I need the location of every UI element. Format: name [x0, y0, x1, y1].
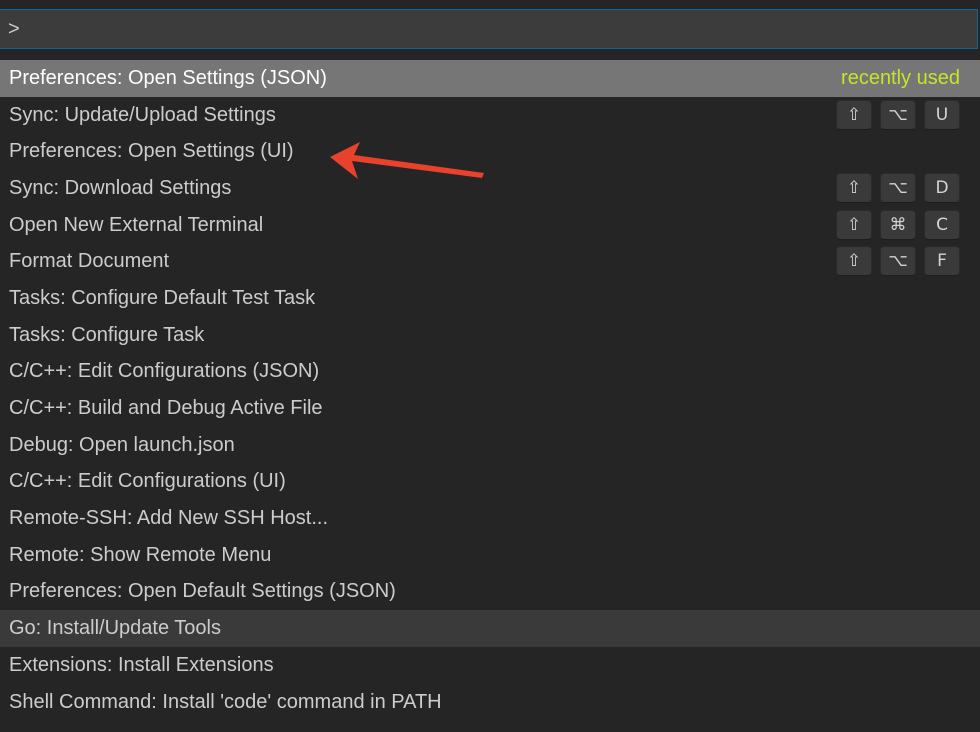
command-label: Format Document	[9, 250, 170, 273]
command-label: Debug: Open launch.json	[9, 433, 235, 456]
command-input-container	[0, 0, 980, 60]
shift-key-icon: ⇧	[836, 209, 872, 240]
command-input[interactable]	[8, 10, 968, 48]
command-key-icon: ⌘	[880, 209, 916, 240]
command-item-show-remote-menu[interactable]: Remote: Show Remote Menu	[0, 537, 980, 574]
command-item-open-default-settings-json[interactable]: Preferences: Open Default Settings (JSON…	[0, 574, 980, 611]
command-label: Preferences: Open Settings (JSON)	[9, 66, 327, 89]
letter-key: F	[924, 246, 960, 277]
command-item-open-launch-json[interactable]: Debug: Open launch.json	[0, 427, 980, 464]
command-item-configure-default-test-task[interactable]: Tasks: Configure Default Test Task	[0, 280, 980, 317]
command-list: Preferences: Open Settings (JSON) recent…	[0, 60, 980, 720]
letter-key: D	[924, 173, 960, 204]
command-item-build-debug-active-file[interactable]: C/C++: Build and Debug Active File	[0, 390, 980, 427]
command-item-sync-download[interactable]: Sync: Download Settings ⇧ ⌥ D	[0, 170, 980, 207]
command-item-edit-configurations-json[interactable]: C/C++: Edit Configurations (JSON)	[0, 354, 980, 391]
command-item-install-extensions[interactable]: Extensions: Install Extensions	[0, 647, 980, 684]
option-key-icon: ⌥	[880, 99, 916, 130]
keybinding: ⇧ ⌥ F	[836, 246, 960, 277]
command-label: C/C++: Build and Debug Active File	[9, 397, 323, 420]
command-item-sync-upload[interactable]: Sync: Update/Upload Settings ⇧ ⌥ U	[0, 97, 980, 134]
command-label: Extensions: Install Extensions	[9, 653, 274, 676]
keybinding: ⇧ ⌥ D	[836, 173, 960, 204]
option-key-icon: ⌥	[880, 246, 916, 277]
command-label: Tasks: Configure Default Test Task	[9, 286, 316, 309]
command-label: C/C++: Edit Configurations (UI)	[9, 470, 286, 493]
command-label: Go: Install/Update Tools	[9, 617, 221, 640]
keybinding: ⇧ ⌘ C	[836, 209, 960, 240]
shift-key-icon: ⇧	[836, 99, 872, 130]
option-key-icon: ⌥	[880, 173, 916, 204]
command-item-open-settings-ui[interactable]: Preferences: Open Settings (UI)	[0, 133, 980, 170]
shift-key-icon: ⇧	[836, 173, 872, 204]
command-item-configure-task[interactable]: Tasks: Configure Task	[0, 317, 980, 354]
command-palette: Preferences: Open Settings (JSON) recent…	[0, 0, 980, 732]
command-label: Tasks: Configure Task	[9, 323, 205, 346]
command-item-open-settings-json[interactable]: Preferences: Open Settings (JSON) recent…	[0, 60, 980, 97]
command-input-box[interactable]	[0, 9, 978, 49]
letter-key: U	[924, 99, 960, 130]
command-label: C/C++: Edit Configurations (JSON)	[9, 360, 320, 383]
recently-used-badge: recently used	[841, 66, 960, 89]
command-label: Sync: Update/Upload Settings	[9, 103, 276, 126]
command-item-edit-configurations-ui[interactable]: C/C++: Edit Configurations (UI)	[0, 464, 980, 501]
command-item-add-ssh-host[interactable]: Remote-SSH: Add New SSH Host...	[0, 500, 980, 537]
command-item-open-external-terminal[interactable]: Open New External Terminal ⇧ ⌘ C	[0, 207, 980, 244]
letter-key: C	[924, 209, 960, 240]
keybinding: ⇧ ⌥ U	[836, 99, 960, 130]
command-label: Preferences: Open Default Settings (JSON…	[9, 580, 396, 603]
command-item-go-install-tools[interactable]: Go: Install/Update Tools	[0, 610, 980, 647]
command-label: Remote-SSH: Add New SSH Host...	[9, 507, 329, 530]
command-item-install-code-command[interactable]: Shell Command: Install 'code' command in…	[0, 684, 980, 721]
command-item-format-document[interactable]: Format Document ⇧ ⌥ F	[0, 243, 980, 280]
command-label: Shell Command: Install 'code' command in…	[9, 690, 442, 713]
shift-key-icon: ⇧	[836, 246, 872, 277]
command-label: Open New External Terminal	[9, 213, 264, 236]
command-label: Preferences: Open Settings (UI)	[9, 140, 294, 163]
command-label: Remote: Show Remote Menu	[9, 543, 272, 566]
command-label: Sync: Download Settings	[9, 176, 232, 199]
